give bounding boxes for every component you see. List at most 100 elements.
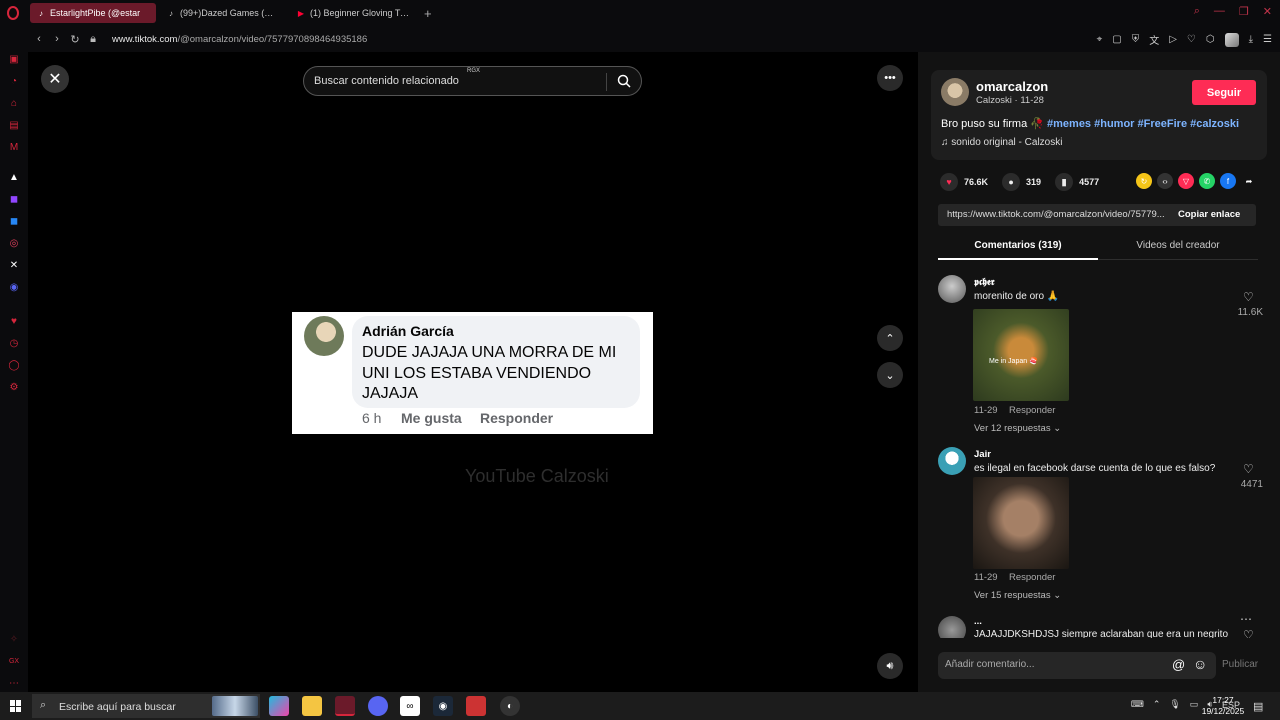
maximize-button[interactable]: ❐	[1239, 5, 1249, 18]
embed-icon[interactable]: ‹›	[1157, 173, 1173, 189]
whatsapp-icon[interactable]: ✆	[1199, 173, 1215, 189]
vk-icon[interactable]: ◼	[7, 214, 21, 228]
close-window-button[interactable]: ✕	[1263, 5, 1272, 18]
hashtag-link[interactable]: #calzoski	[1190, 118, 1239, 130]
discord-taskbar-icon[interactable]	[368, 696, 388, 716]
favorites-icon[interactable]: ♥	[7, 314, 21, 328]
bookmark-icon[interactable]: ▮	[1055, 173, 1074, 191]
follow-button[interactable]: Seguir	[1192, 80, 1256, 105]
comment-username[interactable]: ...	[974, 616, 982, 627]
minimize-button[interactable]: —	[1214, 5, 1225, 18]
mention-icon[interactable]: @	[1172, 657, 1185, 672]
send-icon[interactable]: ▷	[1169, 34, 1177, 45]
comment-like-heart-icon[interactable]: ♡	[1243, 462, 1254, 476]
tab-beginner-gloving[interactable]: ▶ (1) Beginner Gloving Tuto	[290, 3, 416, 23]
steam-icon[interactable]: ◉	[433, 696, 453, 716]
gx-icon[interactable]: GX	[7, 654, 21, 668]
comment-like-heart-icon[interactable]: ♡	[1243, 628, 1254, 638]
close-video-button[interactable]: ✕	[41, 65, 69, 93]
forward-button[interactable]: ›	[48, 33, 66, 45]
hashtag-link[interactable]: #FreeFire	[1138, 118, 1188, 130]
clock-icon[interactable]: ◷	[7, 336, 21, 350]
menu-icon[interactable]: ☰	[1263, 34, 1272, 45]
instagram-icon[interactable]: ◎	[7, 236, 21, 250]
hashtag-link[interactable]: #memes	[1047, 118, 1091, 130]
obs-icon[interactable]: ◐	[500, 696, 520, 716]
keyboard-icon[interactable]: ⌨	[1131, 699, 1144, 710]
publish-button[interactable]: Publicar	[1222, 659, 1258, 670]
translate-icon[interactable]: 文	[1149, 32, 1159, 47]
new-tab-button[interactable]: +	[424, 6, 432, 21]
shield-icon[interactable]: ⛨	[1132, 34, 1140, 45]
comment-username[interactable]: 𝖕𝖈𝖍𝖊𝖗	[974, 277, 995, 288]
mic-icon[interactable]: 🎙︎	[1169, 699, 1180, 710]
comment-image[interactable]: Me in Japan 🍣	[973, 309, 1069, 401]
gx-control-icon[interactable]: ▣	[7, 52, 21, 66]
download-icon[interactable]: ⤓	[1249, 34, 1253, 45]
news-icon[interactable]: ▤	[7, 118, 21, 132]
game-launcher-icon[interactable]	[466, 696, 486, 716]
copilot-icon[interactable]	[269, 696, 289, 716]
reload-button[interactable]: ↻	[66, 33, 84, 46]
volume-button[interactable]: 🔊︎	[877, 653, 903, 679]
snapshot-icon[interactable]: ▢	[1112, 34, 1121, 45]
system-clock[interactable]: 17:27 19/12/2025	[1198, 695, 1248, 717]
back-button[interactable]: ‹	[30, 33, 48, 45]
profile-avatar[interactable]	[1224, 32, 1239, 47]
avatar[interactable]	[938, 616, 966, 638]
emoji-icon[interactable]: ☺	[1193, 656, 1207, 672]
comment-like-heart-icon[interactable]: ♡	[1243, 290, 1254, 304]
avatar[interactable]	[938, 275, 966, 303]
more-options-button[interactable]: •••	[877, 65, 903, 91]
send-friends-icon[interactable]: ▽	[1178, 173, 1194, 189]
twitch-icon[interactable]: ◼	[7, 192, 21, 206]
copy-link-button[interactable]: Copiar enlace	[1178, 209, 1240, 220]
sound-link[interactable]: ♫ sonido original - Calzoski	[941, 137, 1062, 148]
meta-icon[interactable]: ∞	[400, 696, 420, 716]
facebook-icon[interactable]: f	[1220, 173, 1236, 189]
hashtag-link[interactable]: #humor	[1094, 118, 1134, 130]
x-icon[interactable]: ✕	[7, 258, 21, 272]
comment-image[interactable]	[973, 477, 1069, 569]
taskbar-search-input[interactable]: ⌕ Escribe aquí para buscar	[32, 694, 260, 718]
opera-logo-icon[interactable]	[0, 0, 26, 26]
next-video-button[interactable]: ⌄	[877, 362, 903, 388]
pin-icon[interactable]: ⌖	[1097, 34, 1103, 45]
chevron-up-icon[interactable]: ⌃	[1153, 699, 1161, 710]
author-username[interactable]: omarcalzon	[976, 79, 1048, 94]
comment-icon[interactable]: ●	[1002, 173, 1021, 191]
reply-link[interactable]: Responder	[1009, 405, 1055, 416]
previous-video-button[interactable]: ⌃	[877, 325, 903, 351]
author-avatar[interactable]	[941, 78, 969, 106]
tab-comments[interactable]: Comentarios (319)	[938, 240, 1098, 251]
tab-dazed-games[interactable]: ♪ (99+)Dazed Games (@da	[160, 3, 286, 23]
extensions-icon[interactable]: ⬡	[1206, 34, 1215, 45]
more-icon[interactable]: ⋯	[7, 676, 21, 690]
bag-icon[interactable]: ⌂	[7, 96, 21, 110]
chat-icon[interactable]: ◯	[7, 358, 21, 372]
messenger-icon[interactable]: M	[7, 140, 21, 154]
avatar[interactable]	[938, 447, 966, 475]
share-arrow-icon[interactable]: ➦	[1241, 173, 1257, 189]
like-heart-icon[interactable]: ♥	[940, 173, 958, 191]
url-field[interactable]: www.tiktok.com/@omarcalzon/video/7577970…	[112, 34, 367, 45]
aria-icon[interactable]: ▲	[7, 170, 21, 184]
notification-icon[interactable]: ▤	[1253, 700, 1263, 713]
comment-more-icon[interactable]: ⋯	[1240, 612, 1252, 626]
view-replies-link[interactable]: Ver 15 respuestas ⌄	[974, 590, 1061, 601]
heart-icon[interactable]: ♡	[1187, 34, 1196, 45]
tab-creator-videos[interactable]: Videos del creador	[1098, 240, 1258, 251]
search-tabs-icon[interactable]: ⌕	[1194, 5, 1200, 18]
search-icon[interactable]	[617, 74, 631, 88]
tab-estarlightpibe[interactable]: ♪ EstarlightPibe (@estar	[30, 3, 156, 23]
file-explorer-icon[interactable]	[302, 696, 322, 716]
comment-username[interactable]: Jair	[974, 449, 991, 460]
add-comment-input[interactable]: Añadir comentario... @ ☺	[938, 652, 1216, 679]
discord-icon[interactable]: ◉	[7, 280, 21, 294]
windows-start-icon[interactable]	[10, 700, 22, 712]
repost-icon[interactable]: ↻	[1136, 173, 1152, 189]
reply-link[interactable]: Responder	[1009, 572, 1055, 583]
opera-gx-taskbar-icon[interactable]	[335, 696, 355, 716]
history-icon[interactable]: ◔	[7, 74, 21, 88]
settings-icon[interactable]: ⚙	[7, 380, 21, 394]
